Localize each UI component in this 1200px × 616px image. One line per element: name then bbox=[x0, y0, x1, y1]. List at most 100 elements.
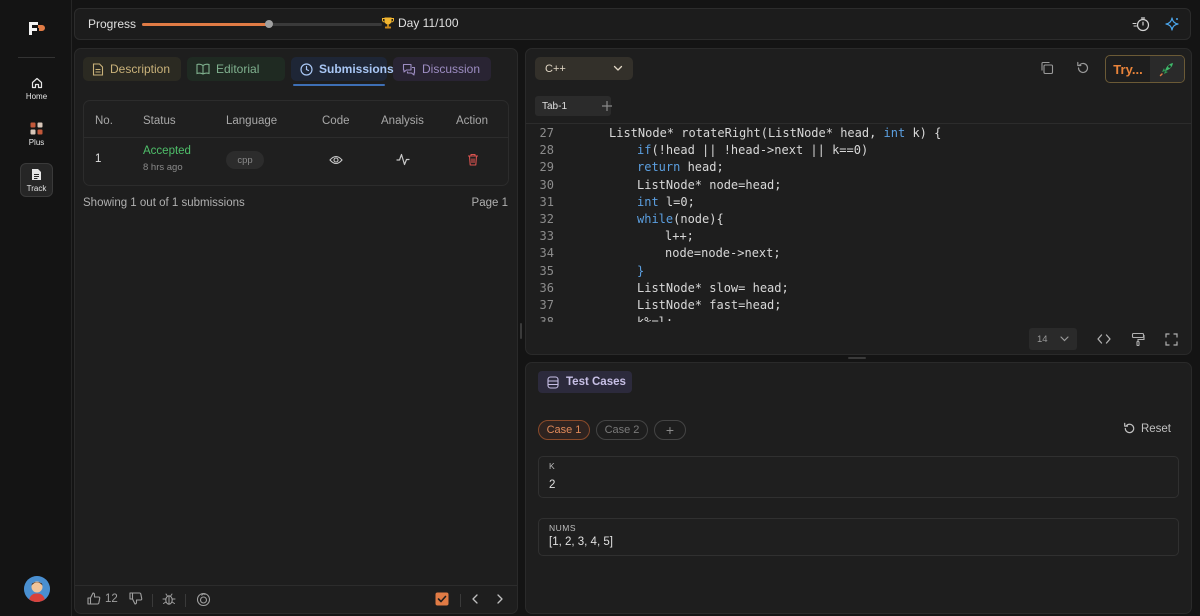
field-label: K bbox=[549, 461, 556, 471]
sparkle-icon[interactable] bbox=[1164, 16, 1180, 32]
tab-test-cases[interactable]: Test Cases bbox=[538, 371, 632, 393]
day-text: Day 11/100 bbox=[398, 16, 459, 30]
line-number: 36 bbox=[539, 280, 554, 295]
app-logo[interactable] bbox=[26, 17, 48, 39]
clock-icon bbox=[300, 62, 313, 76]
code-line[interactable]: 38 k%=l; bbox=[526, 315, 674, 322]
trash-icon[interactable] bbox=[467, 153, 479, 166]
code-brackets-icon[interactable] bbox=[1097, 333, 1111, 345]
try-label: Try... bbox=[1113, 61, 1143, 77]
code-line[interactable]: 27 ListNode* rotateRight(ListNode* head, … bbox=[526, 126, 942, 143]
grid-icon bbox=[30, 122, 43, 135]
code-line[interactable]: 30 ListNode* node=head; bbox=[526, 178, 782, 195]
problem-panel: Description Editorial Submissions Discus… bbox=[74, 48, 518, 614]
try-button[interactable]: Try... bbox=[1105, 55, 1185, 83]
share-icon[interactable] bbox=[196, 592, 211, 607]
activity-icon[interactable] bbox=[396, 153, 410, 166]
submissions-count: Showing 1 out of 1 submissions bbox=[83, 197, 245, 209]
code-line[interactable]: 34 node=node->next; bbox=[526, 246, 781, 263]
tab-label: Test Cases bbox=[566, 376, 626, 388]
problem-tabs: Description Editorial Submissions Discus… bbox=[83, 57, 491, 86]
eye-icon[interactable] bbox=[329, 154, 343, 166]
code-line[interactable]: 35} bbox=[526, 264, 645, 281]
copy-icon[interactable] bbox=[1040, 61, 1054, 75]
code-area[interactable]: 27 ListNode* rotateRight(ListNode* head, … bbox=[526, 126, 1191, 322]
submissions-table: No. Status Language Code Analysis Action… bbox=[83, 100, 509, 186]
format-brush-icon[interactable] bbox=[1131, 332, 1145, 346]
add-tab-button[interactable] bbox=[601, 100, 613, 112]
document-icon bbox=[92, 62, 104, 76]
checkbox-icon[interactable] bbox=[435, 592, 449, 606]
code-line[interactable]: 36 ListNode* slow= head; bbox=[526, 281, 789, 298]
column-header: Code bbox=[322, 115, 350, 127]
code-line[interactable]: 32 while(node){ bbox=[526, 212, 724, 229]
line-number: 30 bbox=[539, 177, 554, 192]
chevron-left-icon[interactable] bbox=[471, 594, 479, 604]
code-line[interactable]: 29 return head; bbox=[526, 160, 724, 177]
tab-description[interactable]: Description bbox=[83, 57, 181, 81]
language-badge: cpp bbox=[226, 151, 264, 169]
tab-submissions[interactable]: Submissions bbox=[291, 57, 394, 86]
progress-knob[interactable] bbox=[265, 20, 274, 28]
avatar[interactable] bbox=[24, 576, 50, 602]
fullscreen-icon[interactable] bbox=[1165, 332, 1178, 346]
timer-icon[interactable] bbox=[1132, 16, 1150, 32]
input-k-field[interactable]: K 2 bbox=[538, 456, 1179, 498]
document-icon bbox=[31, 168, 42, 181]
line-number: 29 bbox=[539, 160, 554, 175]
tab-label: Submissions bbox=[319, 62, 394, 76]
row-number: 1 bbox=[95, 153, 102, 165]
status-accepted: Accepted bbox=[143, 145, 191, 157]
line-number: 27 bbox=[539, 126, 554, 140]
column-header: No. bbox=[95, 115, 113, 127]
column-header: Action bbox=[456, 115, 488, 127]
reset-code-icon[interactable] bbox=[1076, 61, 1090, 75]
footer-divider bbox=[152, 594, 153, 607]
progress-fill bbox=[142, 23, 270, 26]
case-1-tab[interactable]: Case 1 bbox=[538, 420, 590, 440]
code-text: ListNode* rotateRight(ListNode* head, in… bbox=[609, 126, 942, 140]
code-line[interactable]: 31 int l=0; bbox=[526, 195, 695, 212]
panel-resize-handle[interactable] bbox=[848, 357, 866, 359]
input-nums-field[interactable]: NUMS [1, 2, 3, 4, 5] bbox=[538, 518, 1179, 556]
sidebar-item-track[interactable]: Track bbox=[20, 163, 53, 197]
code-line[interactable]: 33 l++; bbox=[526, 229, 694, 246]
code-text: return head; bbox=[637, 160, 724, 175]
day-counter: Day 11/100 bbox=[381, 16, 459, 30]
add-case-button[interactable]: + bbox=[654, 420, 686, 440]
footer-divider bbox=[460, 594, 461, 607]
trophy-icon bbox=[381, 16, 395, 30]
line-number: 37 bbox=[539, 298, 554, 312]
language-select[interactable]: C++ bbox=[535, 57, 633, 80]
code-text: if(!head || !head->next || k==0) bbox=[637, 143, 869, 158]
code-text: k%=l; bbox=[637, 315, 673, 322]
problem-footer: 12 bbox=[75, 585, 517, 613]
line-number: 31 bbox=[539, 194, 554, 209]
file-tab-bar: Tab-1 bbox=[526, 89, 1191, 124]
status-cell: Accepted 8 hrs ago bbox=[143, 145, 191, 173]
case-2-tab[interactable]: Case 2 bbox=[596, 420, 648, 440]
panel-resize-handle[interactable] bbox=[520, 323, 522, 339]
sidebar-item-home[interactable]: Home bbox=[20, 72, 53, 106]
code-editor-panel: C++ Try... Tab-1 27 ListNode* rotateRight… bbox=[525, 48, 1192, 355]
thumbs-down-icon[interactable] bbox=[129, 592, 143, 605]
like-button[interactable]: 12 bbox=[87, 592, 118, 605]
code-line[interactable]: 28 if(!head || !head->next || k==0) bbox=[526, 143, 869, 160]
file-tab-label: Tab-1 bbox=[542, 100, 568, 112]
line-number: 32 bbox=[539, 212, 554, 226]
sidebar-item-plus[interactable]: Plus bbox=[20, 117, 53, 151]
code-text: ListNode* node=head; bbox=[637, 177, 782, 192]
reset-button[interactable]: Reset bbox=[1123, 422, 1171, 435]
sidebar-item-label: Plus bbox=[28, 137, 45, 147]
bug-icon[interactable] bbox=[162, 592, 176, 606]
tab-discussion[interactable]: Discussion bbox=[393, 57, 491, 81]
code-text: int l=0; bbox=[637, 194, 695, 209]
like-count: 12 bbox=[105, 592, 118, 605]
chevron-right-icon[interactable] bbox=[496, 594, 504, 604]
tab-editorial[interactable]: Editorial bbox=[187, 57, 285, 81]
file-tab[interactable]: Tab-1 bbox=[535, 96, 613, 116]
code-line[interactable]: 37 ListNode* fast=head; bbox=[526, 298, 782, 315]
code-text: node=node->next; bbox=[665, 246, 781, 261]
tab-label: Discussion bbox=[422, 62, 481, 76]
font-size-select[interactable]: 14 bbox=[1029, 328, 1077, 350]
